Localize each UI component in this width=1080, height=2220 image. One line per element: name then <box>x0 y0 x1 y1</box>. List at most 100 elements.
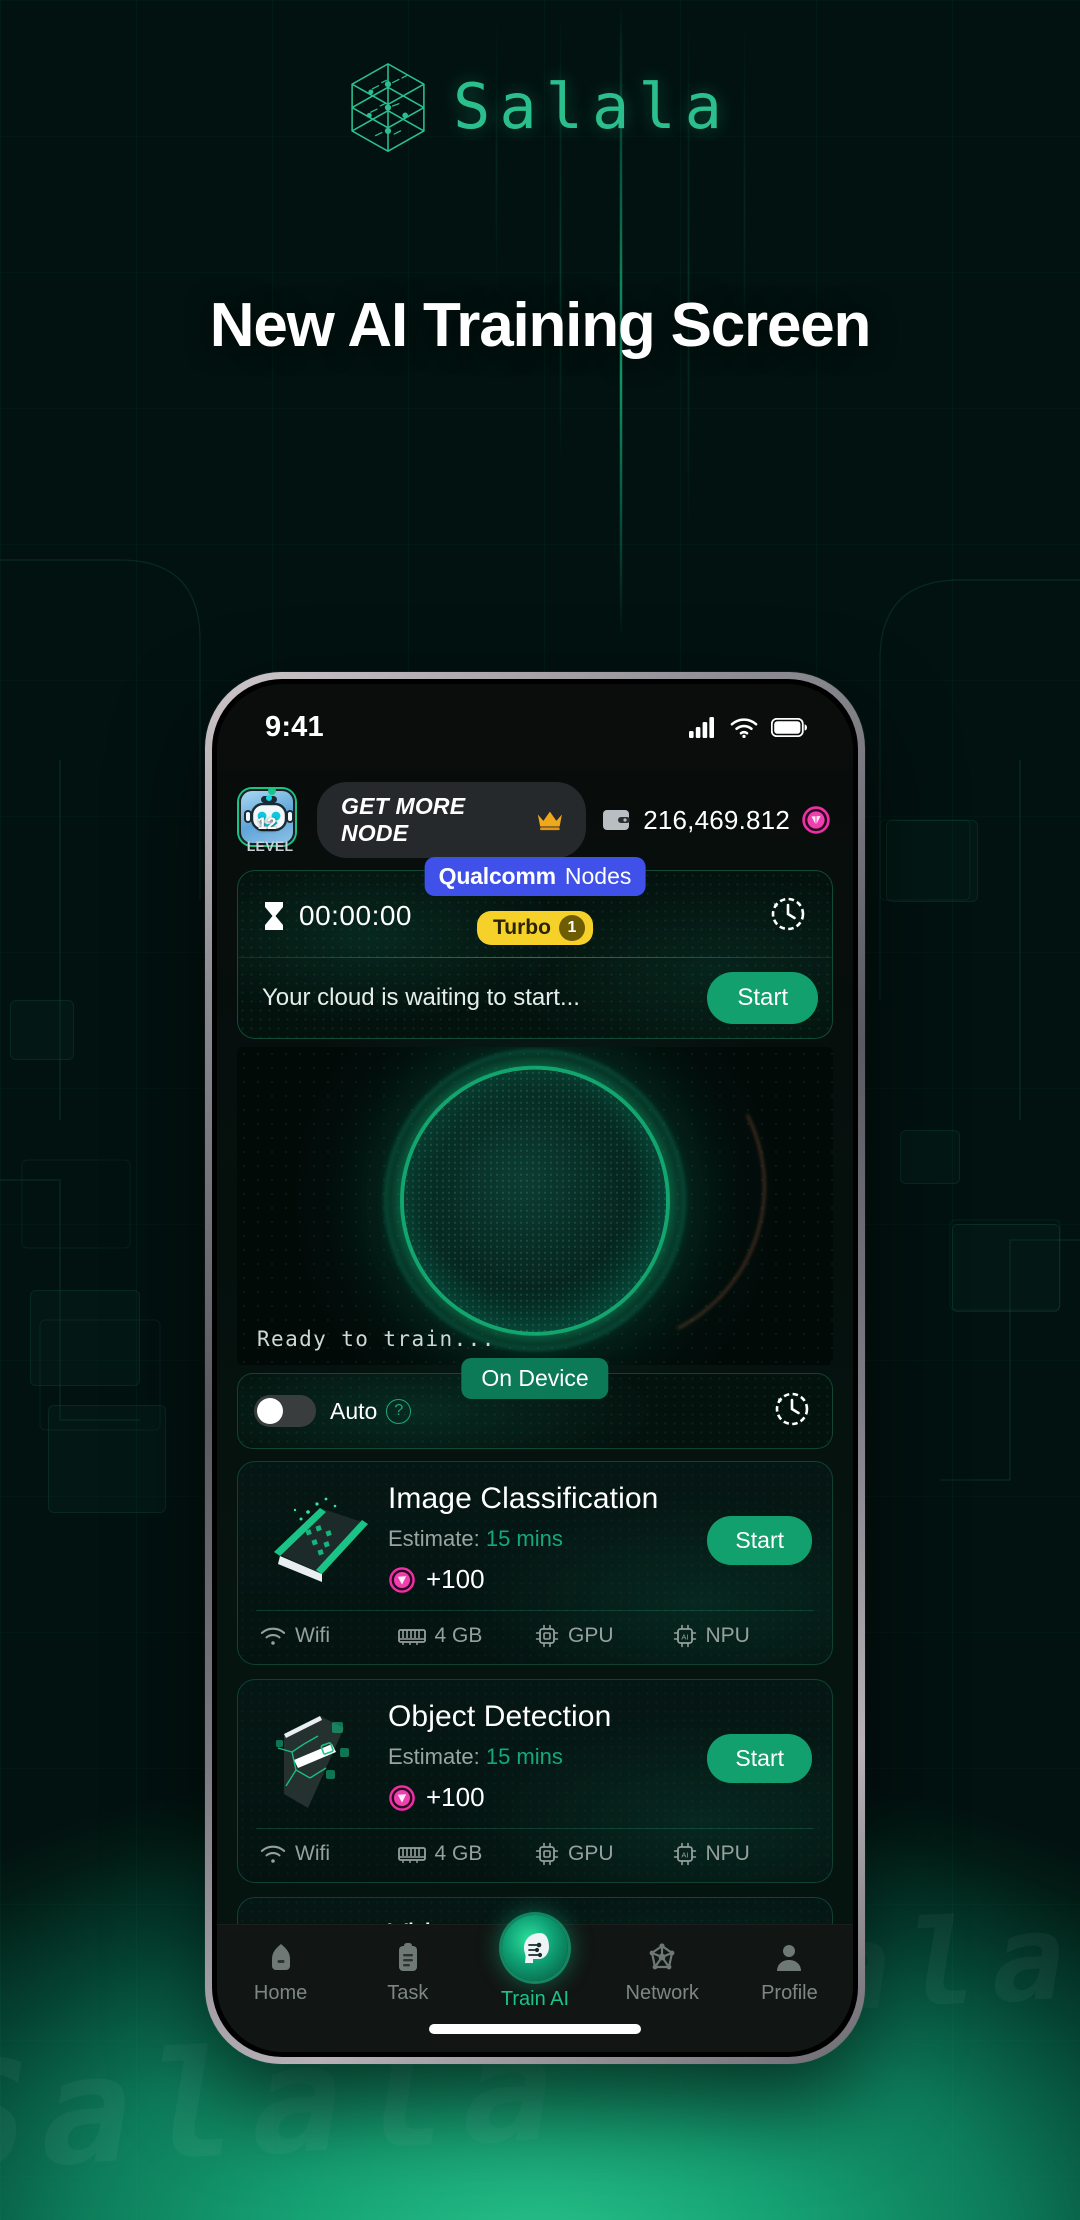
level-badge[interactable]: 12 LEVEL <box>239 787 301 854</box>
network-nodes-icon <box>649 1943 675 1970</box>
hourglass-icon <box>265 902 283 930</box>
ram-icon <box>397 1847 426 1863</box>
crown-icon <box>538 811 563 831</box>
task-specs: Wifi 4 GB GPU AI NPU <box>238 1611 832 1664</box>
task-start-button[interactable]: Start <box>707 1734 812 1783</box>
turbo-label: Turbo <box>493 916 551 939</box>
image-classification-icon <box>258 1480 382 1600</box>
device-mode-row: Auto ? On Device <box>237 1358 833 1449</box>
turbo-badge[interactable]: Turbo 1 <box>477 911 593 945</box>
ai-head-icon <box>502 1915 568 1981</box>
training-sphere-icon <box>404 1069 666 1332</box>
wifi-icon <box>260 1627 286 1645</box>
history-clock-icon <box>775 1392 809 1425</box>
nav-item-home[interactable]: Home <box>217 1941 344 2005</box>
app-content: 12 LEVEL GET MORE NODE 216,469.812 Qualc… <box>217 770 853 2052</box>
nav-item-profile[interactable]: Profile <box>726 1941 853 2005</box>
spec-npu: AI NPU <box>673 1842 811 1866</box>
nav-label: Train AI <box>500 1988 570 2010</box>
spec-gpu: GPU <box>535 1842 673 1866</box>
brand-name: Salala <box>453 69 731 143</box>
gpu-chip-icon <box>535 1624 559 1648</box>
wifi-icon <box>730 717 758 738</box>
spec-label: GPU <box>568 1624 614 1647</box>
wifi-icon <box>260 1845 286 1863</box>
token-coin-icon <box>388 1784 416 1811</box>
status-bar: 9:41 <box>217 684 853 770</box>
battery-full-icon <box>771 717 807 737</box>
page-title: New AI Training Screen <box>209 291 872 360</box>
auto-label: Auto <box>330 1397 378 1424</box>
spec-label: NPU <box>705 1842 750 1865</box>
spec-gpu: GPU <box>535 1624 673 1648</box>
task-card[interactable]: Object Detection Estimate: 15 mins +100 … <box>237 1679 833 1883</box>
device-history-button[interactable] <box>772 1389 812 1434</box>
task-reward: +100 <box>388 1564 701 1595</box>
nav-item-task[interactable]: Task <box>344 1941 471 2005</box>
task-estimate-value: 15 mins <box>485 1744 563 1769</box>
spec-label: Wifi <box>295 1624 330 1647</box>
task-estimate-label: Estimate: <box>388 1744 480 1769</box>
spec-label: NPU <box>705 1624 750 1647</box>
nav-label: Profile <box>761 1982 818 2004</box>
svg-text:AI: AI <box>681 1850 688 1859</box>
signal-bars-icon <box>689 717 714 738</box>
level-online-dot <box>268 787 276 795</box>
brand-lockup: Salala <box>0 58 1080 154</box>
task-title: Object Detection <box>388 1700 612 1733</box>
app-top-bar: 12 LEVEL GET MORE NODE 216,469.812 <box>217 770 853 862</box>
task-title: Image Classification <box>388 1482 659 1515</box>
npu-chip-icon: AI <box>673 1842 696 1866</box>
wallet-icon <box>603 810 631 830</box>
nav-label: Network <box>625 1982 699 2004</box>
question-mark-icon[interactable]: ? <box>386 1398 412 1424</box>
nav-item-network[interactable]: Network <box>599 1941 726 2005</box>
node-history-button[interactable] <box>768 894 808 939</box>
status-time: 9:41 <box>265 710 324 743</box>
wallet-balance[interactable]: 216,469.812 <box>602 805 831 836</box>
cloud-start-button[interactable]: Start <box>707 972 818 1024</box>
task-start-button[interactable]: Start <box>707 1516 812 1565</box>
spec-npu: AI NPU <box>673 1624 811 1648</box>
get-more-node-label: GET MORE NODE <box>341 793 466 846</box>
nav-item-train-ai[interactable]: Train AI <box>471 1915 598 2011</box>
task-estimate: Estimate: 15 mins <box>388 1744 701 1770</box>
cube-network-logo-icon <box>351 63 425 153</box>
spec-ram: 4 GB <box>397 1842 536 1866</box>
nav-label: Task <box>387 1982 429 2004</box>
get-more-node-button[interactable]: GET MORE NODE <box>317 782 587 858</box>
spec-label: 4 GB <box>434 1624 483 1647</box>
training-status-text: Ready to train... <box>257 1327 496 1351</box>
nav-label: Home <box>253 1982 308 2004</box>
object-detection-icon <box>258 1698 382 1818</box>
svg-text:AI: AI <box>681 1632 688 1641</box>
spec-ram: 4 GB <box>397 1624 536 1648</box>
node-status-panel: Qualcomm Nodes 00:00:00 Turbo 1 Your clo… <box>237 857 833 1039</box>
wallet-amount: 216,469.812 <box>643 804 790 835</box>
ram-icon <box>397 1629 426 1645</box>
home-icon <box>271 1944 290 1970</box>
person-icon <box>777 1945 802 1971</box>
task-estimate: Estimate: 15 mins <box>388 1526 701 1552</box>
spec-wifi: Wifi <box>260 1624 398 1648</box>
task-estimate-label: Estimate: <box>388 1526 480 1551</box>
spec-label: Wifi <box>295 1842 330 1865</box>
cloud-status-text: Your cloud is waiting to start... <box>262 984 580 1011</box>
phone-mockup: 9:41 12 LEVEL GET MORE NODE 216,469.812 … <box>205 672 865 2064</box>
task-reward-value: +100 <box>426 1782 485 1812</box>
clipboard-icon <box>398 1943 417 1971</box>
training-visualizer: Ready to train... <box>237 1047 833 1365</box>
npu-chip-icon: AI <box>673 1624 696 1648</box>
turbo-count: 1 <box>558 915 585 941</box>
timer-value: 00:00:00 <box>299 900 412 931</box>
task-reward: +100 <box>388 1782 701 1813</box>
auto-toggle[interactable] <box>254 1395 316 1427</box>
task-reward-value: +100 <box>426 1564 485 1594</box>
phone-screen: 9:41 12 LEVEL GET MORE NODE 216,469.812 … <box>217 684 853 2052</box>
task-card[interactable]: Image Classification Estimate: 15 mins +… <box>237 1461 833 1665</box>
home-indicator[interactable] <box>429 2024 641 2034</box>
on-device-badge[interactable]: On Device <box>461 1358 609 1399</box>
token-coin-icon <box>802 806 830 834</box>
session-timer: 00:00:00 <box>262 900 412 932</box>
spec-label: 4 GB <box>434 1842 483 1865</box>
